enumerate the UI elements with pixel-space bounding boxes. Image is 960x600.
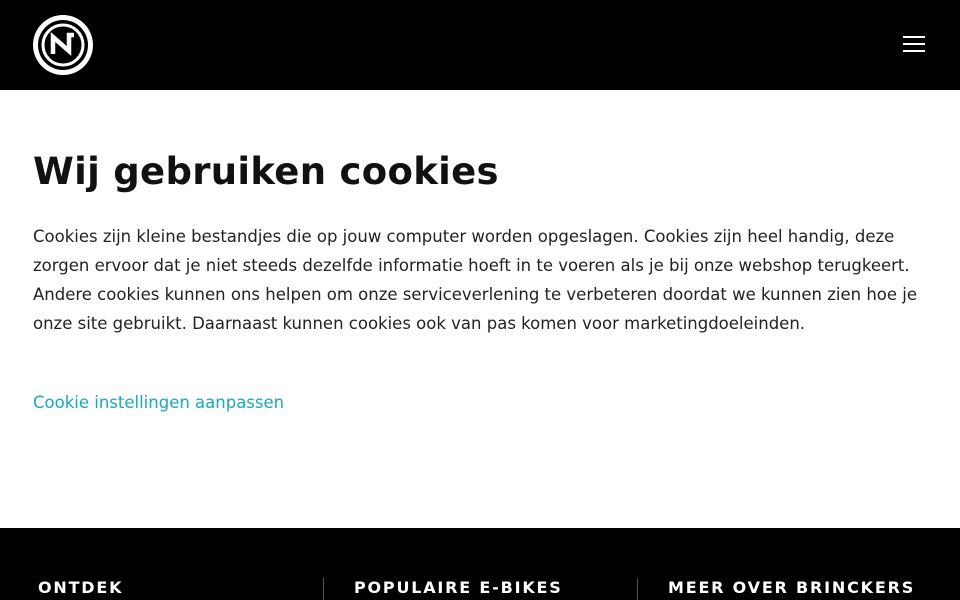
page-title: Wij gebruiken cookies: [33, 150, 499, 193]
menu-bar-top: [903, 36, 925, 38]
footer-heading[interactable]: MEER OVER BRINCKERS: [668, 578, 915, 598]
footer-column-ontdek: ONTDEK: [38, 578, 123, 600]
footer-heading[interactable]: POPULAIRE E-BIKES: [354, 578, 563, 598]
footer-column-populaire-e-bikes: POPULAIRE E-BIKES: [354, 578, 563, 600]
hamburger-menu-icon[interactable]: [896, 30, 932, 58]
site-footer: ONTDEK POPULAIRE E-BIKES MEER OVER BRINC…: [0, 528, 960, 600]
brand-logo-icon[interactable]: [33, 15, 93, 75]
menu-bar-bottom: [903, 50, 925, 52]
footer-heading[interactable]: ONTDEK: [38, 578, 123, 598]
footer-divider: [637, 578, 638, 600]
cookie-settings-link[interactable]: Cookie instellingen aanpassen: [33, 388, 284, 417]
footer-column-meer-over-brinckers: MEER OVER BRINCKERS: [668, 578, 915, 600]
cookie-content: Wij gebruiken cookies Cookies zijn klein…: [33, 90, 933, 417]
footer-divider: [323, 578, 324, 600]
cookie-description: Cookies zijn kleine bestandjes die op jo…: [33, 227, 918, 333]
site-header: [0, 0, 960, 90]
brand-logo-svg: [38, 20, 88, 70]
menu-bar-middle: [903, 43, 925, 45]
